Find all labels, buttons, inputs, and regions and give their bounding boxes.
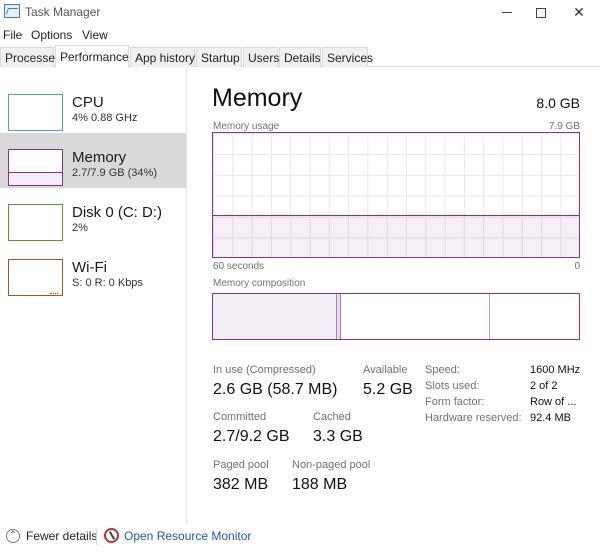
menu-file[interactable]: File bbox=[3, 28, 22, 42]
sidebar-item-title: CPU bbox=[72, 94, 104, 111]
in-use-label: In use (Compressed) bbox=[213, 364, 316, 376]
available-label: Available bbox=[363, 364, 408, 376]
tab-performance[interactable]: Performance bbox=[55, 45, 129, 68]
memory-composition-bar bbox=[212, 293, 580, 340]
paged-pool-label: Paged pool bbox=[213, 459, 269, 471]
tab-startup[interactable]: Startup bbox=[196, 47, 242, 67]
sidebar-item-title: Memory bbox=[72, 149, 127, 166]
tab-processes[interactable]: Processes bbox=[0, 47, 61, 67]
sidebar-item-subtitle: 4% 0.88 GHz bbox=[72, 112, 138, 124]
menu-view[interactable]: View bbox=[82, 28, 108, 42]
menu-bar: File Options View bbox=[0, 25, 600, 45]
footer-bar: ⌃ Fewer details Open Resource Monitor bbox=[0, 524, 600, 554]
resource-monitor-icon bbox=[104, 528, 119, 543]
sidebar-item-title: Wi-Fi bbox=[72, 259, 107, 276]
tab-details[interactable]: Details bbox=[279, 47, 321, 67]
usage-graph-label: Memory usage bbox=[213, 121, 280, 132]
paged-pool-value: 382 MB bbox=[213, 476, 269, 493]
usage-graph-max: 7.9 GB bbox=[548, 121, 580, 132]
graph-time-left: 60 seconds bbox=[213, 261, 265, 272]
committed-value: 2.7/9.2 GB bbox=[213, 428, 290, 445]
composition-standby bbox=[213, 294, 490, 339]
sidebar-item-subtitle: S: 0 R: 0 Kbps bbox=[72, 277, 143, 289]
cpu-thumbnail-graph bbox=[8, 94, 63, 131]
memory-usage-graph bbox=[212, 132, 580, 258]
sidebar-item-disk[interactable]: Disk 0 (C: D:) 2% bbox=[0, 188, 186, 243]
minimize-icon bbox=[502, 12, 512, 13]
disk-thumbnail-graph bbox=[8, 204, 63, 241]
sidebar-item-memory[interactable]: Memory 2.7/7.9 GB (34%) bbox=[0, 133, 186, 188]
fewer-details-label: Fewer details bbox=[26, 529, 98, 543]
form-factor-key: Form factor: bbox=[425, 396, 485, 408]
form-factor-value: Row of ... bbox=[530, 396, 577, 408]
hardware-reserved-key: Hardware reserved: bbox=[425, 412, 522, 424]
memory-thumbnail-graph bbox=[8, 149, 63, 186]
title-bar: Task Manager ✕ bbox=[0, 0, 600, 25]
committed-label: Committed bbox=[213, 411, 267, 423]
wifi-thumbnail-graph bbox=[8, 259, 63, 296]
close-icon: ✕ bbox=[573, 4, 585, 20]
tab-bar: Processes Performance App history Startu… bbox=[0, 45, 600, 68]
in-use-value: 2.6 GB (58.7 MB) bbox=[213, 381, 338, 398]
tab-app-history[interactable]: App history bbox=[130, 47, 195, 67]
cached-label: Cached bbox=[313, 411, 351, 423]
memory-usage-fill bbox=[213, 214, 579, 257]
performance-sidebar: CPU 4% 0.88 GHz Memory 2.7/7.9 GB (34%) … bbox=[0, 68, 187, 524]
task-manager-icon bbox=[4, 4, 20, 18]
slots-used-key: Slots used: bbox=[425, 380, 480, 392]
window-title: Task Manager bbox=[25, 5, 101, 19]
total-memory: 8.0 GB bbox=[536, 95, 580, 111]
footer-divider bbox=[96, 529, 97, 545]
speed-key: Speed: bbox=[425, 364, 460, 376]
cached-value: 3.3 GB bbox=[313, 428, 363, 445]
slots-used-value: 2 of 2 bbox=[530, 380, 558, 392]
page-title: Memory bbox=[212, 84, 303, 112]
sidebar-item-subtitle: 2.7/7.9 GB (34%) bbox=[72, 167, 157, 179]
sidebar-item-cpu[interactable]: CPU 4% 0.88 GHz bbox=[0, 78, 186, 133]
sidebar-item-title: Disk 0 (C: D:) bbox=[72, 204, 162, 221]
non-paged-pool-label: Non-paged pool bbox=[292, 459, 371, 471]
hardware-reserved-value: 92.4 MB bbox=[530, 412, 571, 424]
tab-services[interactable]: Services bbox=[322, 47, 373, 67]
maximize-icon bbox=[536, 7, 546, 18]
sidebar-item-subtitle: 2% bbox=[72, 222, 88, 234]
menu-options[interactable]: Options bbox=[31, 28, 72, 42]
graph-time-right: 0 bbox=[574, 261, 580, 272]
close-button[interactable]: ✕ bbox=[556, 0, 600, 25]
open-resource-monitor-label: Open Resource Monitor bbox=[124, 529, 252, 543]
tab-users[interactable]: Users bbox=[243, 47, 279, 67]
sidebar-item-wifi[interactable]: Wi-Fi S: 0 R: 0 Kbps bbox=[0, 243, 186, 298]
composition-label: Memory composition bbox=[213, 278, 306, 289]
chevron-up-icon: ⌃ bbox=[6, 529, 20, 543]
speed-value: 1600 MHz bbox=[530, 364, 581, 376]
non-paged-pool-value: 188 MB bbox=[292, 476, 348, 493]
available-value: 5.2 GB bbox=[363, 381, 413, 398]
